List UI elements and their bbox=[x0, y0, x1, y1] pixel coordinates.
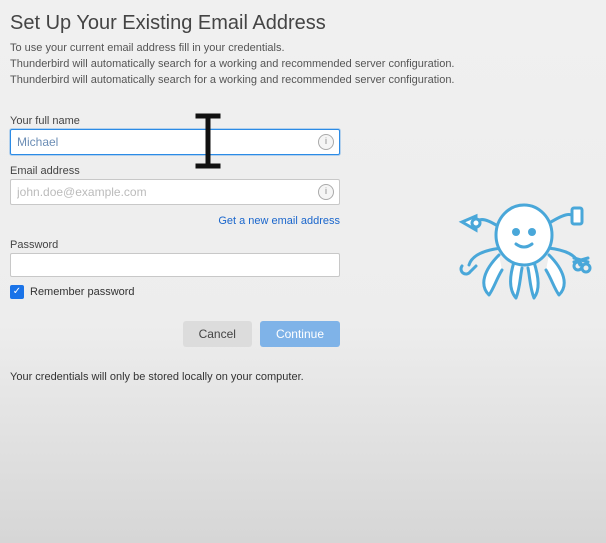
email-label: Email address bbox=[10, 165, 340, 177]
remember-password-row[interactable]: ✓ Remember password bbox=[10, 285, 340, 299]
footnote: Your credentials will only be stored loc… bbox=[10, 371, 596, 383]
page-description: To use your current email address fill i… bbox=[10, 41, 596, 89]
button-row: Cancel Continue bbox=[10, 321, 344, 347]
remember-label: Remember password bbox=[30, 286, 135, 298]
fullname-label: Your full name bbox=[10, 115, 340, 127]
info-icon[interactable]: i bbox=[318, 134, 334, 150]
setup-form: Your full name i Email address i Get a n… bbox=[10, 115, 340, 299]
fullname-input[interactable] bbox=[10, 129, 340, 155]
page-title: Set Up Your Existing Email Address bbox=[10, 12, 596, 35]
cancel-button[interactable]: Cancel bbox=[183, 321, 252, 347]
desc-line-1: To use your current email address fill i… bbox=[10, 41, 596, 57]
password-label: Password bbox=[10, 239, 340, 251]
info-icon[interactable]: i bbox=[318, 184, 334, 200]
continue-button[interactable]: Continue bbox=[260, 321, 340, 347]
desc-line-3: Thunderbird will automatically search fo… bbox=[10, 73, 596, 89]
remember-checkbox[interactable]: ✓ bbox=[10, 285, 24, 299]
octopus-illustration bbox=[454, 170, 594, 310]
new-email-link[interactable]: Get a new email address bbox=[218, 215, 340, 227]
email-input[interactable] bbox=[10, 179, 340, 205]
password-input[interactable] bbox=[10, 253, 340, 277]
desc-line-2: Thunderbird will automatically search fo… bbox=[10, 57, 596, 73]
